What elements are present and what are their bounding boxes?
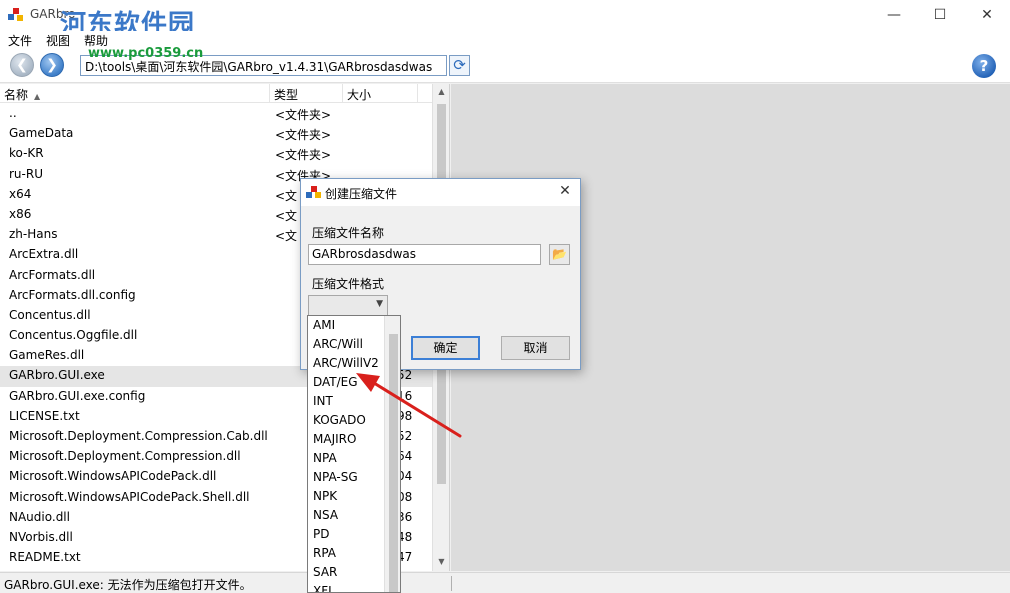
file-row[interactable]: .. <文件夹> xyxy=(0,104,432,124)
archive-format-label: 压缩文件格式 xyxy=(312,277,385,291)
file-name: ArcFormats.dll.config xyxy=(9,287,136,302)
file-name: Microsoft.Deployment.Compression.Cab.dll xyxy=(9,429,268,443)
file-name: x86 xyxy=(9,206,32,221)
file-row[interactable]: GameData <文件夹> xyxy=(0,124,432,144)
chevron-down-icon: ▼ xyxy=(376,299,383,309)
format-dropdown-list[interactable]: AMI ARC/Will ARC/WillV2 DAT/EG INT KOGADO MAJI… xyxy=(307,315,401,593)
dropdown-scrollbar-thumb[interactable] xyxy=(389,334,398,592)
browse-folder-icon[interactable]: 📂 xyxy=(549,244,570,265)
file-name: GARbro.GUI.exe.config xyxy=(9,388,146,403)
file-type: <文件夹> xyxy=(275,128,332,143)
file-name: LICENSE.txt xyxy=(9,408,80,423)
column-header-size[interactable]: 大小 xyxy=(343,84,418,103)
scroll-down-icon[interactable]: ▼ xyxy=(433,554,449,570)
column-header-type[interactable]: 类型 xyxy=(270,84,343,103)
file-name: NVorbis.dll xyxy=(9,529,73,544)
file-name: GameData xyxy=(9,126,74,141)
refresh-icon[interactable]: ⟳ xyxy=(449,55,470,76)
help-icon[interactable]: ? xyxy=(972,54,996,78)
file-type: <文 xyxy=(275,229,298,244)
maximize-button[interactable]: ☐ xyxy=(917,0,963,31)
file-name: ArcExtra.dll xyxy=(9,247,79,262)
status-bar: GARbro.GUI.exe: 无法作为压缩包打开文件。 xyxy=(0,572,1010,593)
minimize-button[interactable]: — xyxy=(871,0,917,31)
sort-ascending-icon: ▲ xyxy=(34,92,41,101)
menu-file[interactable]: 文件 xyxy=(8,32,32,49)
dialog-title-bar: 创建压缩文件 ✕ xyxy=(301,179,580,206)
file-name: .. xyxy=(9,106,17,120)
status-text: GARbro.GUI.exe: 无法作为压缩包打开文件。 xyxy=(4,578,252,592)
menu-view[interactable]: 视图 xyxy=(46,32,70,49)
file-type: <文件夹> xyxy=(275,148,332,163)
file-name: Microsoft.WindowsAPICodePack.dll xyxy=(9,469,217,484)
close-button[interactable]: ✕ xyxy=(964,0,1010,31)
file-name: Concentus.Oggfile.dll xyxy=(9,328,138,343)
title-bar: GARbro 河东软件园 — ☐ ✕ xyxy=(0,0,1010,40)
file-type: <文件夹> xyxy=(275,108,332,122)
dropdown-scrollbar[interactable] xyxy=(384,316,400,592)
archive-name-label: 压缩文件名称 xyxy=(312,226,385,240)
scroll-up-icon[interactable]: ▲ xyxy=(433,84,449,100)
file-row[interactable]: ko-KR <文件夹> xyxy=(0,144,432,164)
file-name: zh-Hans xyxy=(9,227,58,242)
dialog-close-icon[interactable]: ✕ xyxy=(555,183,575,201)
file-name: GARbro.GUI.exe xyxy=(9,368,105,383)
status-divider xyxy=(451,576,452,591)
garbro-app-icon xyxy=(8,8,24,22)
back-button[interactable]: ❮ xyxy=(10,53,34,77)
watermark-url: www.pc0359.cn xyxy=(88,46,204,61)
file-name: ru-RU xyxy=(9,166,43,181)
file-name: Microsoft.Deployment.Compression.dll xyxy=(9,449,241,464)
file-type: <文 xyxy=(275,208,298,223)
dialog-title: 创建压缩文件 xyxy=(325,187,398,201)
file-type: <文 xyxy=(275,188,298,203)
file-name: ArcFormats.dll xyxy=(9,267,96,282)
file-name: Concentus.dll xyxy=(9,307,91,322)
file-name: ko-KR xyxy=(9,146,44,161)
column-header-name[interactable]: 名称 ▲ xyxy=(0,84,270,103)
ok-button[interactable]: 确定 xyxy=(411,336,480,360)
file-name: README.txt xyxy=(9,550,81,565)
file-name: GameRes.dll xyxy=(9,348,85,363)
garbro-dialog-icon xyxy=(306,186,321,199)
archive-format-select[interactable]: ▼ xyxy=(308,295,388,316)
archive-name-input[interactable]: GARbrosdasdwas xyxy=(308,244,541,265)
cancel-button[interactable]: 取消 xyxy=(501,336,570,360)
file-name: NAudio.dll xyxy=(9,509,70,524)
forward-button[interactable]: ❯ xyxy=(40,53,64,77)
list-header: 名称 ▲ 类型 大小 xyxy=(0,84,432,103)
file-name: Microsoft.WindowsAPICodePack.Shell.dll xyxy=(9,489,250,504)
file-name: x64 xyxy=(9,186,32,201)
